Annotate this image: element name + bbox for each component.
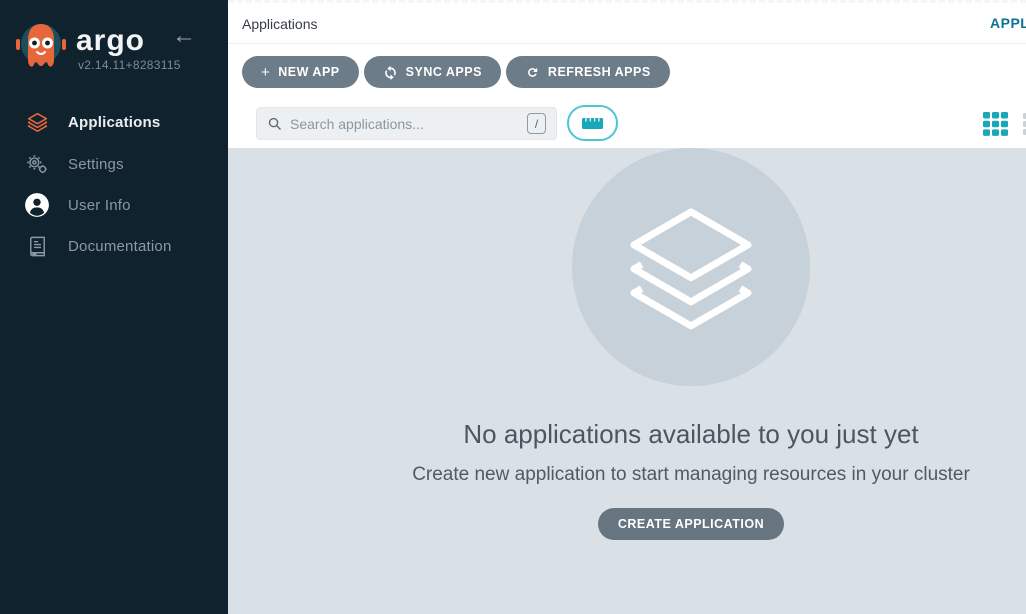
sidebar-item-applications[interactable]: Applications xyxy=(0,100,228,144)
search-icon xyxy=(267,116,282,131)
gears-icon xyxy=(24,151,50,177)
sync-apps-button[interactable]: SYNC APPS xyxy=(364,56,501,88)
top-bar: Applications APPL xyxy=(228,0,1026,44)
sidebar-item-documentation[interactable]: Documentation xyxy=(0,226,228,266)
empty-state: No applications available to you just ye… xyxy=(292,148,1026,540)
empty-state-subtitle: Create new application to start managing… xyxy=(292,464,1026,486)
sidebar-nav: Applications xyxy=(0,100,228,266)
logo-wordmark: argo xyxy=(76,24,145,58)
refresh-apps-button-label: REFRESH APPS xyxy=(548,65,651,79)
layers-large-icon xyxy=(615,194,767,340)
action-buttons-row: + NEW APP SYNC APPS REFRESH A xyxy=(242,56,670,88)
version-label: v2.14.11+8283115 xyxy=(78,58,181,72)
breadcrumb: Applications xyxy=(242,16,318,32)
sync-apps-button-label: SYNC APPS xyxy=(406,65,482,79)
ruler-icon xyxy=(582,118,603,129)
grid-view-icon[interactable] xyxy=(982,111,1009,137)
plus-icon: + xyxy=(261,64,270,81)
sync-icon xyxy=(383,65,398,80)
toolbar: + NEW APP SYNC APPS REFRESH A xyxy=(228,44,1026,148)
collapse-sidebar-icon[interactable]: ← xyxy=(172,24,196,48)
layers-icon xyxy=(24,109,50,135)
user-icon xyxy=(24,192,50,218)
sidebar-item-label: Settings xyxy=(68,156,124,173)
filter-row: / xyxy=(256,105,1016,141)
keyboard-shortcut-badge: / xyxy=(527,113,546,134)
health-status-bar-toggle[interactable] xyxy=(567,105,618,141)
argo-octopus-logo-icon xyxy=(10,16,72,78)
sidebar-item-user-info[interactable]: User Info xyxy=(0,184,228,226)
sidebar-item-label: User Info xyxy=(68,197,131,214)
sidebar: argo v2.14.11+8283115 ← Applications xyxy=(0,0,228,614)
search-box[interactable]: / xyxy=(256,107,557,140)
create-application-button[interactable]: CREATE APPLICATION xyxy=(598,508,784,540)
empty-state-title: No applications available to you just ye… xyxy=(292,419,1026,450)
empty-state-circle xyxy=(572,148,810,386)
search-input[interactable] xyxy=(290,116,527,132)
list-view-icon[interactable] xyxy=(1022,112,1026,136)
argo-cd-app: argo v2.14.11+8283115 ← Applications xyxy=(0,0,1026,614)
new-app-button[interactable]: + NEW APP xyxy=(242,56,359,88)
doc-icon xyxy=(24,233,50,259)
applications-content: No applications available to you just ye… xyxy=(228,148,1026,614)
refresh-icon xyxy=(525,65,540,80)
refresh-apps-button[interactable]: REFRESH APPS xyxy=(506,56,670,88)
new-app-button-label: NEW APP xyxy=(278,65,339,79)
applications-tab-link[interactable]: APPL xyxy=(990,15,1026,31)
view-switch xyxy=(982,111,1026,137)
sidebar-item-settings[interactable]: Settings xyxy=(0,144,228,184)
sidebar-item-label: Documentation xyxy=(68,238,172,255)
sidebar-item-label: Applications xyxy=(68,114,160,131)
